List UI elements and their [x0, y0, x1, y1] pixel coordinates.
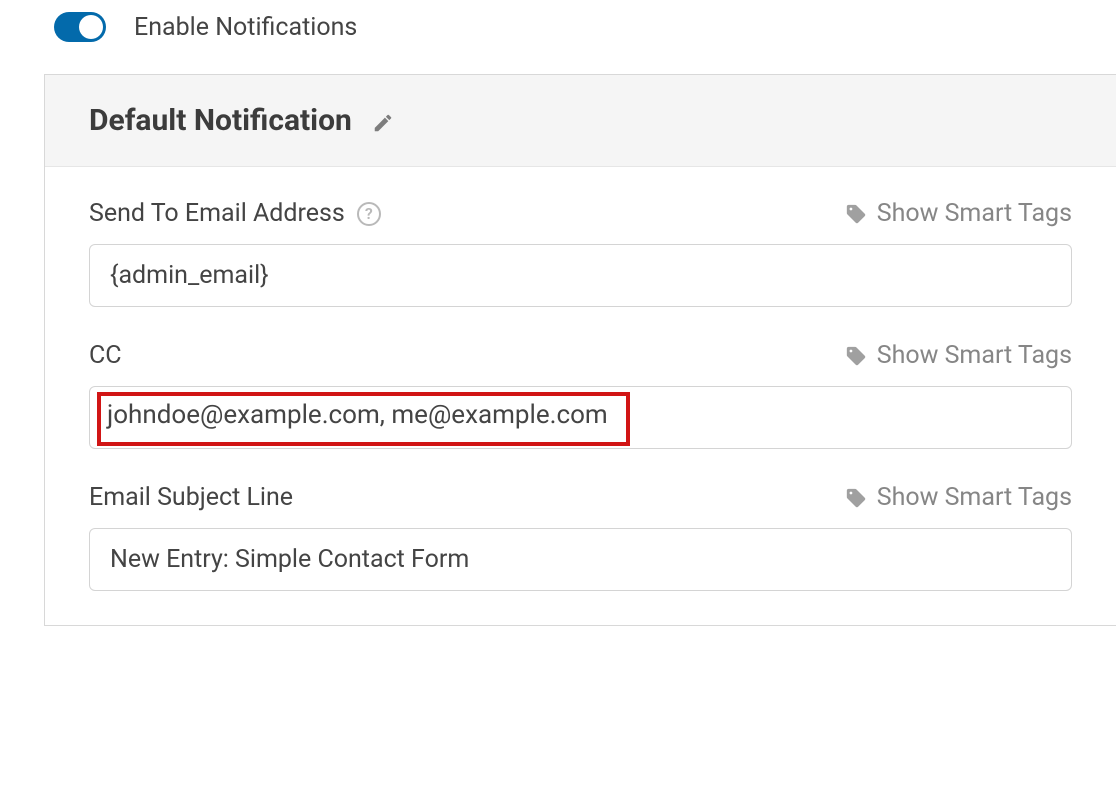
tag-icon — [845, 203, 867, 225]
toggle-knob — [79, 15, 103, 39]
help-icon[interactable] — [357, 202, 381, 226]
send-to-input[interactable] — [89, 244, 1072, 307]
send-to-field: Send To Email Address Show Smart Tags — [89, 199, 1072, 307]
send-to-label: Send To Email Address — [89, 199, 345, 228]
subject-field: Email Subject Line Show Smart Tags — [89, 483, 1072, 591]
subject-input[interactable] — [89, 528, 1072, 591]
cc-label: CC — [89, 341, 122, 370]
cc-field: CC Show Smart Tags johndoe@example.com, … — [89, 341, 1072, 449]
enable-notifications-toggle[interactable] — [54, 12, 106, 42]
tag-icon — [845, 345, 867, 367]
notification-panel: Default Notification Send To Email Addre… — [44, 74, 1116, 626]
smart-tags-label: Show Smart Tags — [877, 483, 1072, 512]
edit-title-button[interactable] — [372, 108, 394, 134]
pencil-icon — [372, 112, 394, 134]
cc-input[interactable] — [89, 386, 1072, 449]
smart-tags-button[interactable]: Show Smart Tags — [845, 341, 1072, 370]
enable-notifications-label: Enable Notifications — [134, 13, 357, 42]
smart-tags-label: Show Smart Tags — [877, 341, 1072, 370]
smart-tags-label: Show Smart Tags — [877, 199, 1072, 228]
subject-label: Email Subject Line — [89, 483, 293, 512]
smart-tags-button[interactable]: Show Smart Tags — [845, 483, 1072, 512]
panel-title: Default Notification — [89, 103, 352, 138]
smart-tags-button[interactable]: Show Smart Tags — [845, 199, 1072, 228]
tag-icon — [845, 487, 867, 509]
panel-header: Default Notification — [45, 75, 1116, 167]
